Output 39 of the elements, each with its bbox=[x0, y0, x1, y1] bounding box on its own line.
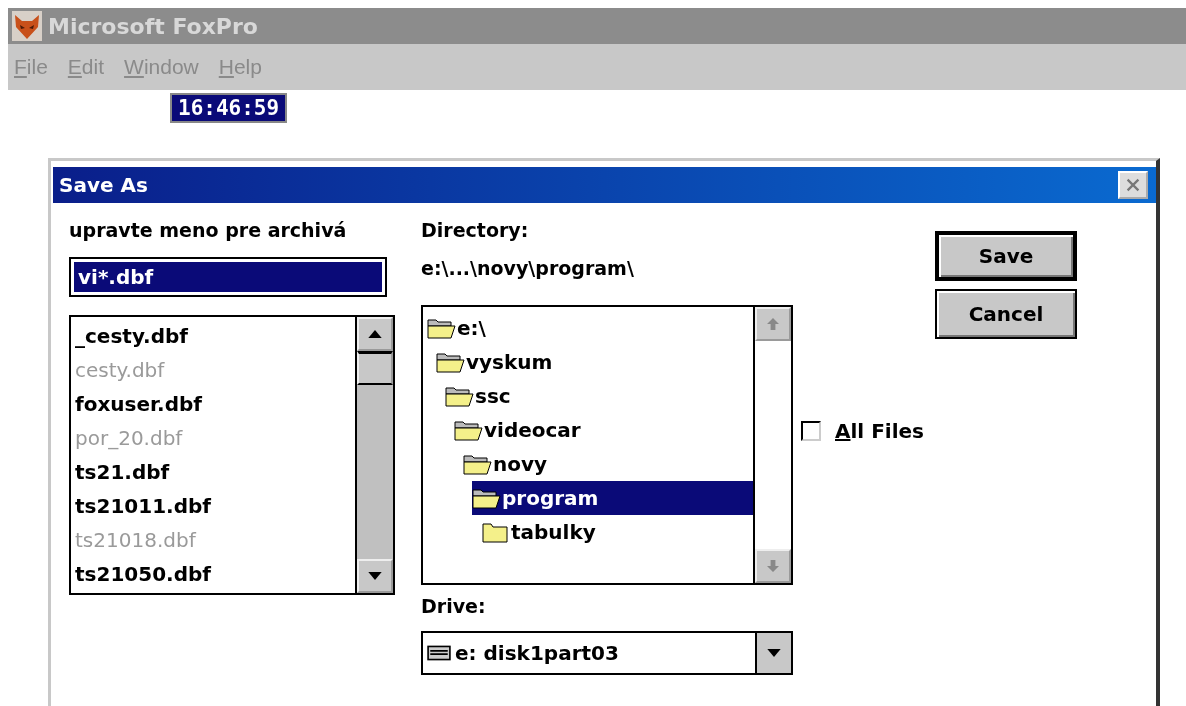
directory-label: Directory: bbox=[421, 219, 530, 243]
dialog-button[interactable]: Cancel bbox=[935, 289, 1077, 339]
scrollbar[interactable] bbox=[355, 317, 393, 593]
up-arrow-icon bbox=[767, 318, 779, 330]
folder-item[interactable]: ssc bbox=[445, 379, 753, 413]
listbox-entry[interactable]: foxuser.dbf bbox=[75, 387, 355, 421]
folder-item[interactable]: e:\ bbox=[427, 311, 753, 345]
clock: 16:46:59 bbox=[170, 93, 288, 123]
close-button[interactable] bbox=[1118, 171, 1148, 199]
scroll-down-button[interactable] bbox=[357, 559, 393, 593]
folder-item[interactable]: vyskum bbox=[436, 345, 753, 379]
folder-item[interactable]: novy bbox=[463, 447, 753, 481]
folder-item[interactable]: program bbox=[472, 481, 753, 515]
drive-value: e: disk1part03 bbox=[455, 641, 620, 665]
dropdown-button[interactable] bbox=[755, 633, 791, 673]
scroll-thumb[interactable] bbox=[357, 351, 393, 385]
caret-icon bbox=[767, 649, 781, 657]
app-title: Microsoft FoxPro bbox=[48, 13, 258, 39]
scroll-up-button[interactable] bbox=[357, 317, 393, 351]
listbox-entry[interactable]: ts21050.dbf bbox=[75, 557, 355, 591]
drive-icon bbox=[427, 644, 451, 662]
drive-label: Drive: bbox=[421, 595, 487, 619]
listbox-entry[interactable]: ts21.dbf bbox=[75, 455, 355, 489]
listbox-entry[interactable]: ts21011.dbf bbox=[75, 489, 355, 523]
fox-head-icon bbox=[12, 11, 42, 41]
dialog-button[interactable]: Save bbox=[935, 231, 1077, 281]
file-name-label: upravte meno pre archivá bbox=[69, 219, 348, 243]
folder-item[interactable]: videocar bbox=[454, 413, 753, 447]
down-arrow-icon bbox=[767, 560, 779, 572]
drive-dropdown[interactable]: e: disk1part03 bbox=[421, 631, 793, 675]
down-arrow-icon bbox=[368, 572, 382, 580]
folder-item[interactable]: tabulky bbox=[481, 515, 753, 549]
directory-path: e:\...\novy\program\ bbox=[421, 257, 635, 281]
all-files-label[interactable]: All Files bbox=[835, 419, 924, 443]
up-arrow-icon bbox=[368, 330, 382, 338]
checkbox[interactable] bbox=[801, 421, 821, 441]
listbox-entry[interactable]: _cesty.dbf bbox=[75, 319, 355, 353]
close-icon bbox=[1124, 176, 1142, 194]
dialog-title: Save As bbox=[59, 173, 148, 197]
